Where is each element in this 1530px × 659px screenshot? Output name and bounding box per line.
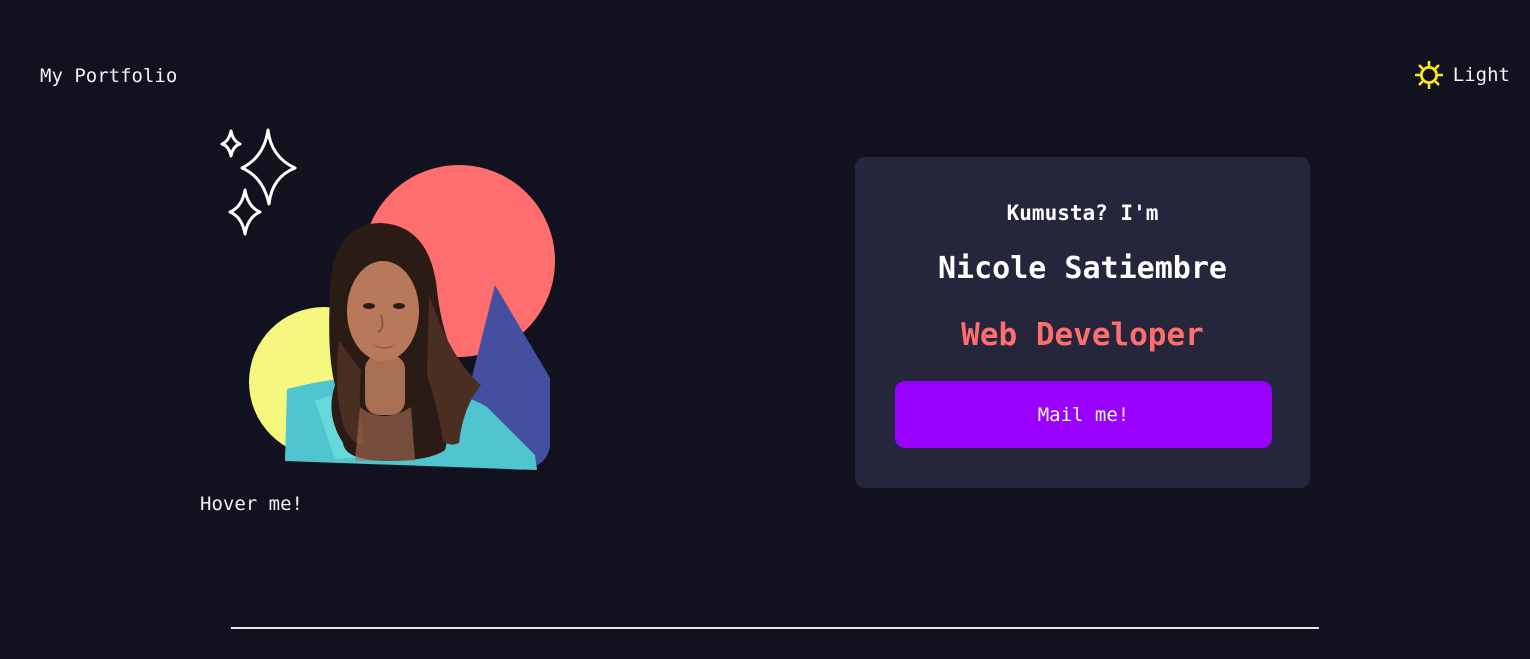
sun-ray [1434, 80, 1440, 86]
sun-ray [1418, 64, 1424, 70]
sun-ray [1434, 64, 1440, 70]
portfolio-page: My Portfolio Light Hover me! Kumusta? I'… [0, 0, 1530, 659]
profile-illustration[interactable] [215, 125, 565, 485]
name-heading: Nicole Satiembre [938, 251, 1227, 286]
sun-icon [1414, 61, 1443, 89]
brand-link[interactable]: My Portfolio [40, 64, 177, 88]
theme-toggle-label: Light [1452, 64, 1510, 86]
section-divider [231, 627, 1319, 629]
intro-card: Kumusta? I'm Nicole Satiembre Web Develo… [855, 157, 1310, 488]
theme-toggle[interactable]: Light [1414, 61, 1510, 89]
hover-hint: Hover me! [200, 493, 303, 515]
greeting-text: Kumusta? I'm [1006, 201, 1159, 225]
sun-ray [1418, 80, 1424, 86]
role-title: Web Developer [961, 317, 1204, 353]
sparkles-icon [220, 128, 297, 236]
mail-me-button[interactable]: Mail me! [895, 381, 1272, 448]
